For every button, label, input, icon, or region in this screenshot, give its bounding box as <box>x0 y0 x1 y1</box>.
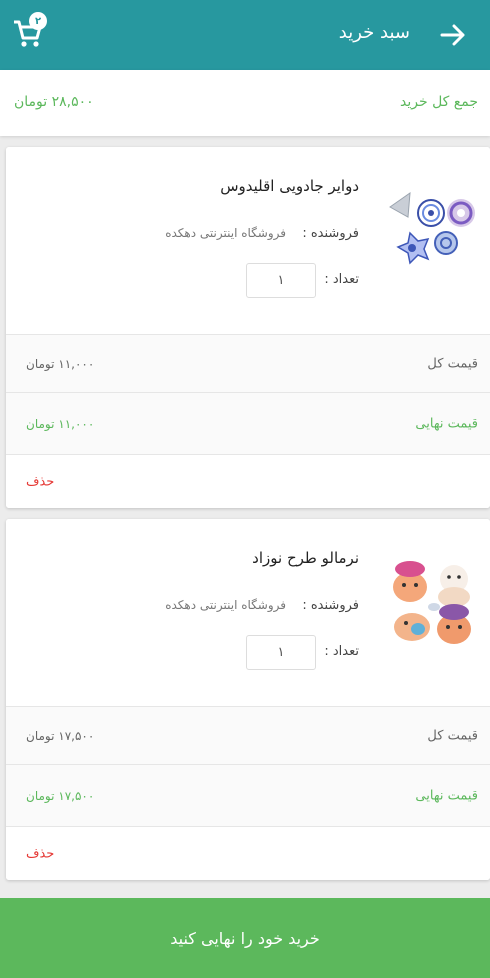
final-price-value: ۱۱,۰۰۰ تومان <box>26 416 95 431</box>
total-price-label: قیمت کل <box>427 728 478 743</box>
total-price-row: قیمت کل ۱۷,۵۰۰ تومان <box>6 706 490 764</box>
quantity-input[interactable] <box>246 263 316 298</box>
delete-button[interactable]: حذف <box>26 474 54 489</box>
final-price-label: قیمت نهایی <box>415 788 478 803</box>
total-price-label: قیمت کل <box>427 356 478 371</box>
seller-name: فروشگاه اینترنتی دهکده <box>165 598 286 612</box>
final-price-value: ۱۷,۵۰۰ تومان <box>26 788 95 803</box>
spirograph-image <box>389 191 475 265</box>
cart-total-value: ۲۸,۵۰۰ تومان <box>14 94 94 110</box>
cart-total-bar: جمع کل خرید ۲۸,۵۰۰ تومان <box>0 70 490 136</box>
product-title[interactable]: نرمالو طرح نوزاد <box>252 549 359 567</box>
quantity-label: تعداد : <box>324 272 359 287</box>
final-price-row: قیمت نهایی ۱۷,۵۰۰ تومان <box>6 764 490 826</box>
cart-item-card: دوایر جادویی اقلیدوس فروشنده : فروشگاه ا… <box>6 147 490 508</box>
cart-item-details: نرمالو طرح نوزاد فروشنده : فروشگاه اینتر… <box>6 519 490 706</box>
delete-button[interactable]: حذف <box>26 846 54 861</box>
checkout-button[interactable]: خرید خود را نهایی کنید <box>0 898 490 978</box>
total-price-value: ۱۱,۰۰۰ تومان <box>26 356 95 371</box>
delete-row: حذف <box>6 454 490 508</box>
cart-count-badge: ۲ <box>29 12 47 30</box>
seller-label: فروشنده : <box>302 598 359 613</box>
seller-label: فروشنده : <box>302 226 359 241</box>
cart-item-details: دوایر جادویی اقلیدوس فروشنده : فروشگاه ا… <box>6 147 490 334</box>
final-price-row: قیمت نهایی ۱۱,۰۰۰ تومان <box>6 392 490 454</box>
cart-item-card: نرمالو طرح نوزاد فروشنده : فروشگاه اینتر… <box>6 519 490 880</box>
final-price-label: قیمت نهایی <box>415 416 478 431</box>
product-title[interactable]: دوایر جادویی اقلیدوس <box>220 177 359 195</box>
baby-toys-image <box>393 561 471 644</box>
quantity-input[interactable] <box>246 635 316 670</box>
cart-total-label: جمع کل خرید <box>400 94 478 110</box>
total-price-value: ۱۷,۵۰۰ تومان <box>26 728 95 743</box>
cart-button[interactable]: ۲ <box>12 12 52 52</box>
back-button[interactable] <box>436 18 470 52</box>
delete-row: حذف <box>6 826 490 880</box>
arrow-right-icon <box>440 24 465 46</box>
total-price-row: قیمت کل ۱۱,۰۰۰ تومان <box>6 334 490 392</box>
page-title: سبد خرید <box>338 22 410 43</box>
quantity-label: تعداد : <box>324 644 359 659</box>
seller-name: فروشگاه اینترنتی دهکده <box>165 226 286 240</box>
app-header: سبد خرید ۲ <box>0 0 490 70</box>
